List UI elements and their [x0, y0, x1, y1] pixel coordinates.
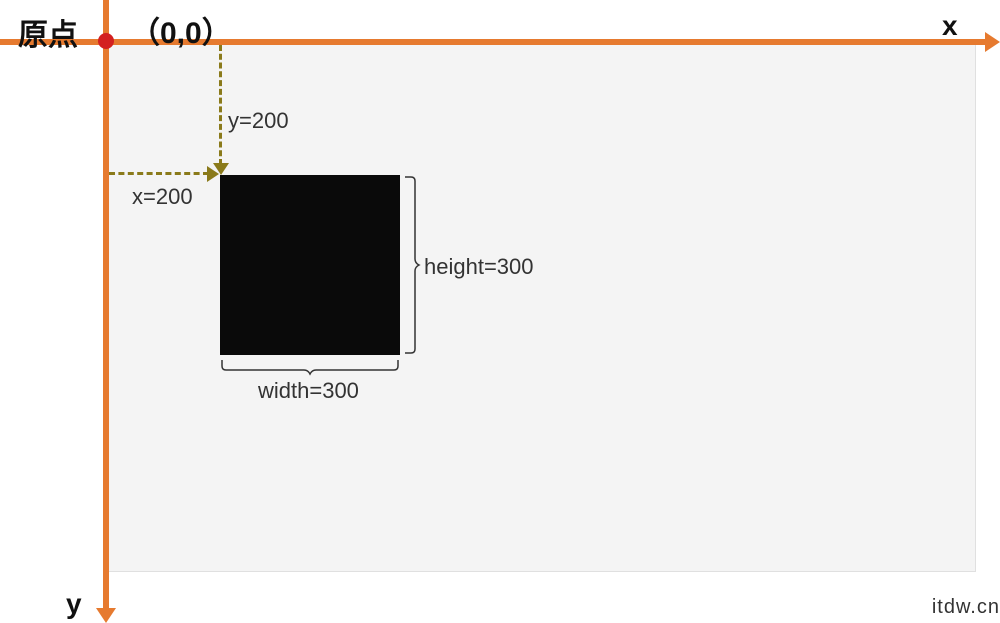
x-offset-dashed-line — [109, 172, 209, 175]
height-brace-icon — [403, 175, 421, 355]
watermark: itdw.cn — [932, 596, 1000, 619]
x-axis-arrow-icon — [985, 32, 1000, 52]
x-offset-label: x=200 — [132, 184, 193, 210]
x-axis-label: x — [942, 10, 958, 42]
x-offset-arrow-icon — [207, 166, 219, 182]
origin-label: 原点 — [18, 10, 78, 54]
y-offset-dashed-line — [219, 45, 222, 165]
y-axis-line — [103, 0, 109, 608]
height-label: height=300 — [424, 254, 534, 280]
width-label: width=300 — [258, 378, 359, 404]
origin-coords: （0,0） — [130, 8, 232, 52]
sample-rectangle — [220, 175, 400, 355]
origin-dot-icon — [98, 33, 114, 49]
y-offset-label: y=200 — [228, 108, 289, 134]
width-brace-icon — [220, 358, 400, 376]
y-axis-label: y — [66, 588, 82, 620]
